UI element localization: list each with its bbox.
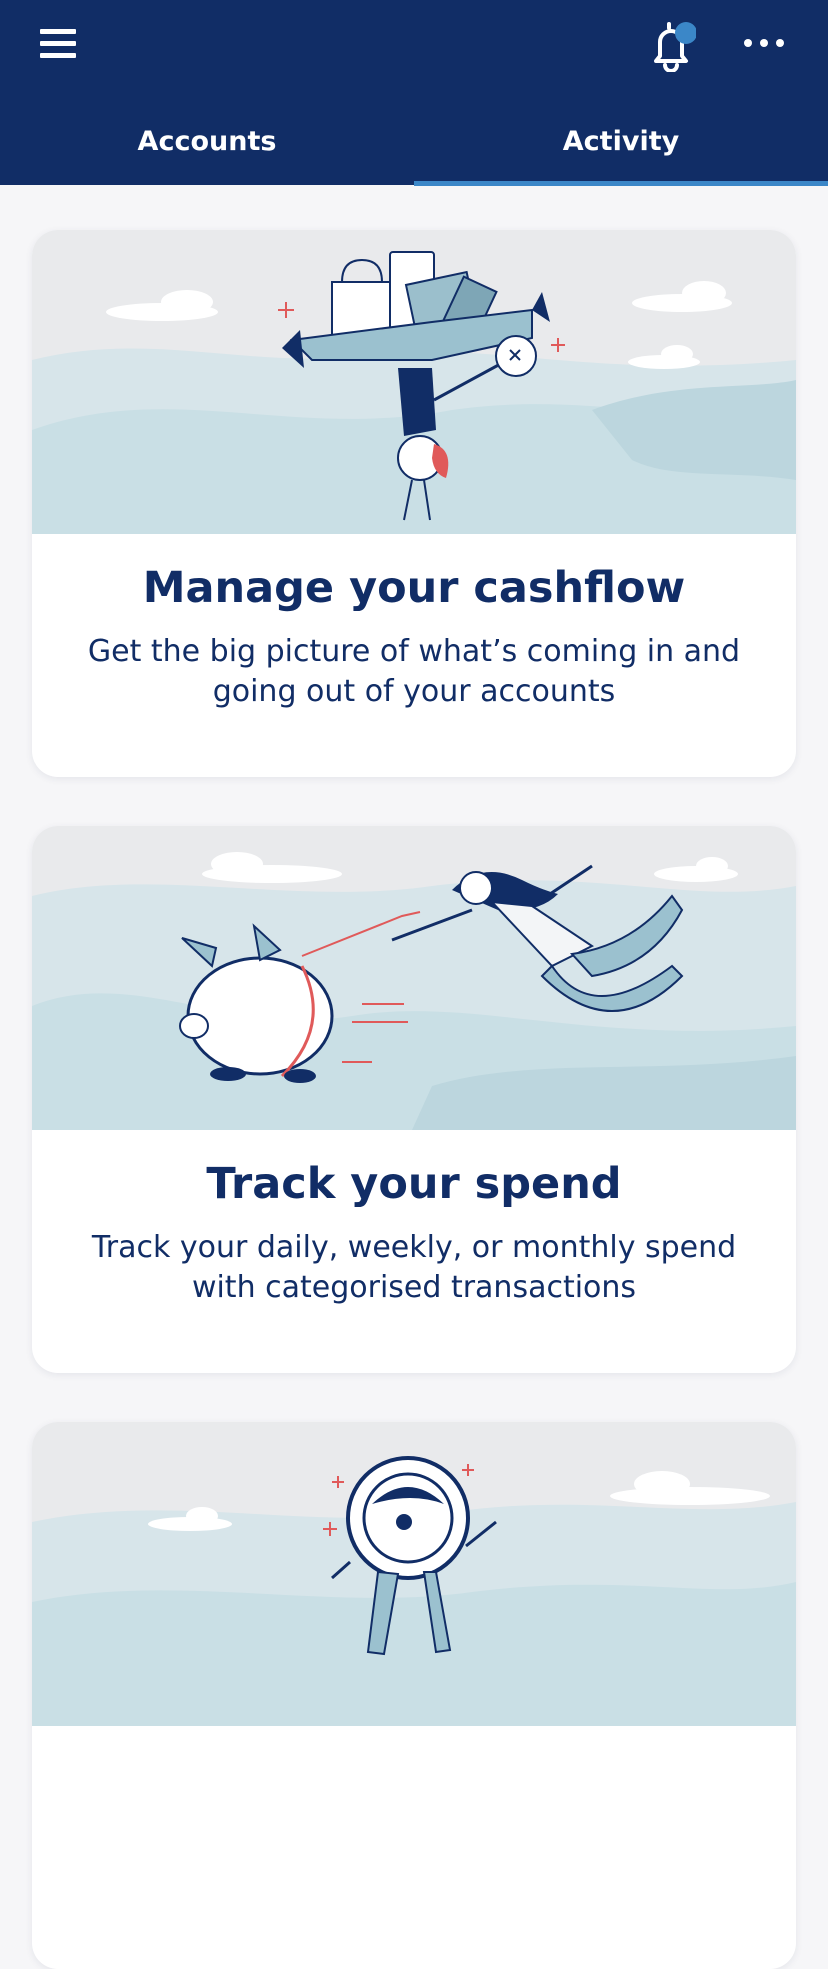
hamburger-menu-icon-line bbox=[40, 53, 76, 58]
hamburger-menu-icon-line bbox=[40, 41, 76, 46]
app-header: Accounts Activity bbox=[0, 0, 828, 186]
tab-accounts[interactable]: Accounts bbox=[0, 98, 414, 185]
tab-activity[interactable]: Activity bbox=[414, 98, 828, 185]
menu-button[interactable] bbox=[36, 26, 80, 62]
hamburger-menu-icon bbox=[40, 29, 76, 34]
tab-bar: Accounts Activity bbox=[0, 98, 828, 186]
more-horizontal-icon bbox=[744, 39, 784, 47]
cashflow-illustration bbox=[32, 230, 796, 534]
active-tab-indicator bbox=[414, 181, 828, 186]
more-options-button[interactable] bbox=[740, 28, 790, 58]
card-title: Track your spend bbox=[206, 1159, 622, 1209]
card-title: Manage your cashflow bbox=[142, 563, 686, 613]
feature-card-cashflow: Manage your cashflow Get the big picture… bbox=[32, 230, 796, 777]
spend-illustration bbox=[32, 826, 796, 1130]
notification-dot bbox=[675, 22, 697, 44]
card-description: Get the big picture of what’s coming in … bbox=[87, 634, 741, 709]
notifications-button[interactable] bbox=[646, 18, 697, 73]
card-description: Track your daily, weekly, or monthly spe… bbox=[91, 1230, 737, 1305]
bell-icon bbox=[654, 22, 697, 73]
feature-card-spend: Track your spend Track your daily, weekl… bbox=[32, 826, 796, 1373]
search-illustration bbox=[32, 1422, 796, 1726]
feature-card-search bbox=[32, 1422, 796, 1969]
